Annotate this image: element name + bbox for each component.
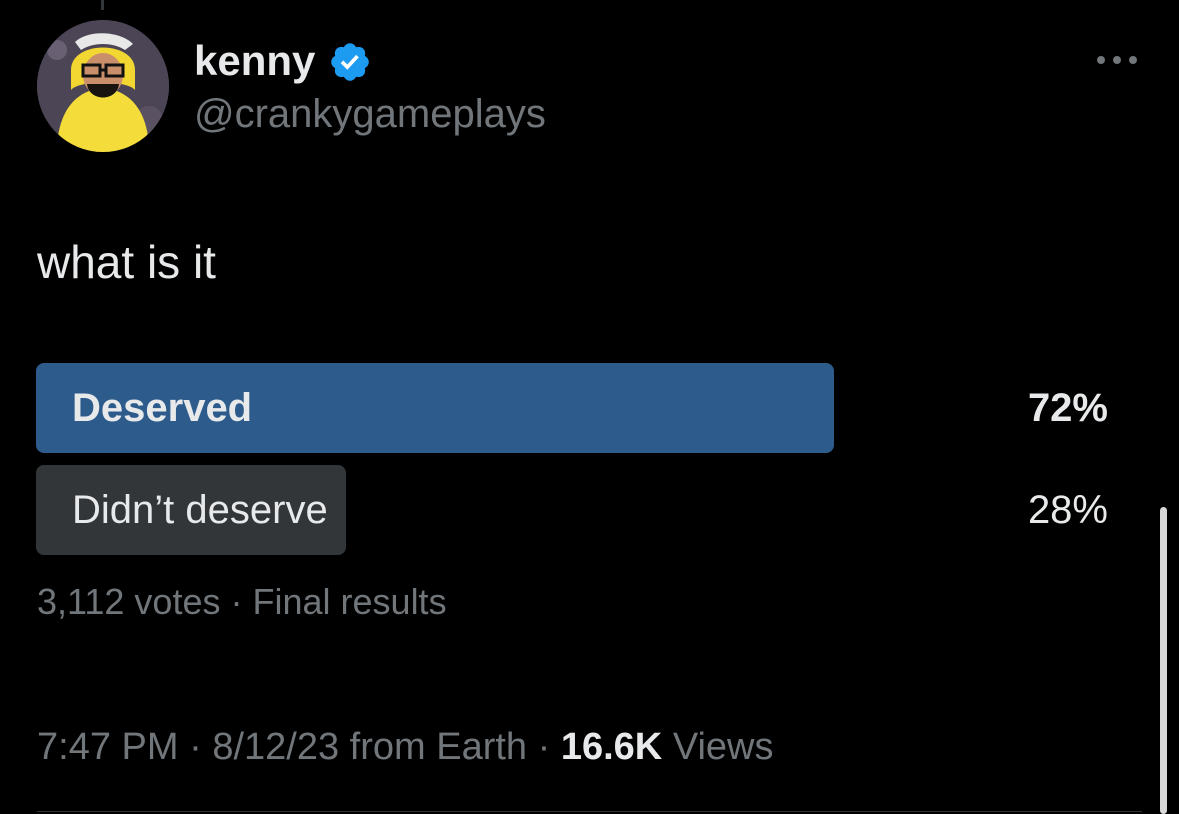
poll-option-deserved: Deserved 72%	[36, 363, 1108, 453]
avatar[interactable]	[37, 20, 169, 152]
poll-option-percent: 28%	[1027, 488, 1108, 532]
poll-status: Final results	[252, 581, 447, 622]
poll-option-label: Deserved	[72, 386, 253, 430]
avatar-image	[37, 20, 169, 152]
author-handle[interactable]: @crankygameplays	[194, 90, 546, 138]
separator-dot: ·	[189, 726, 202, 768]
poll-summary: 3,112 votes · Final results	[37, 580, 447, 624]
thread-connector-line	[101, 0, 104, 10]
tweet-time[interactable]: 7:47 PM	[37, 726, 179, 768]
tweet-source: from Earth	[349, 726, 528, 768]
separator-dot: ·	[230, 581, 243, 622]
poll-option-percent: 72%	[1027, 386, 1108, 430]
tweet-text: what is it	[37, 236, 216, 288]
poll-vote-count: 3,112 votes	[37, 581, 221, 622]
poll-option-label: Didn’t deserve	[72, 488, 328, 532]
tweet-date[interactable]: 8/12/23	[212, 726, 339, 768]
poll-option-didnt-deserve: Didn’t deserve 28%	[36, 465, 1108, 555]
scrollbar[interactable]	[1160, 507, 1167, 814]
views-label: Views	[672, 726, 774, 768]
views-count: 16.6K	[560, 726, 663, 768]
separator-dot: ·	[537, 726, 551, 768]
verified-badge-icon	[331, 43, 369, 81]
author-display-name[interactable]: kenny	[194, 36, 315, 86]
more-horizontal-icon[interactable]	[1094, 50, 1140, 70]
tweet-timestamp-row: 7:47 PM · 8/12/23 from Earth · 16.6K Vie…	[37, 724, 774, 770]
divider	[37, 811, 1142, 812]
